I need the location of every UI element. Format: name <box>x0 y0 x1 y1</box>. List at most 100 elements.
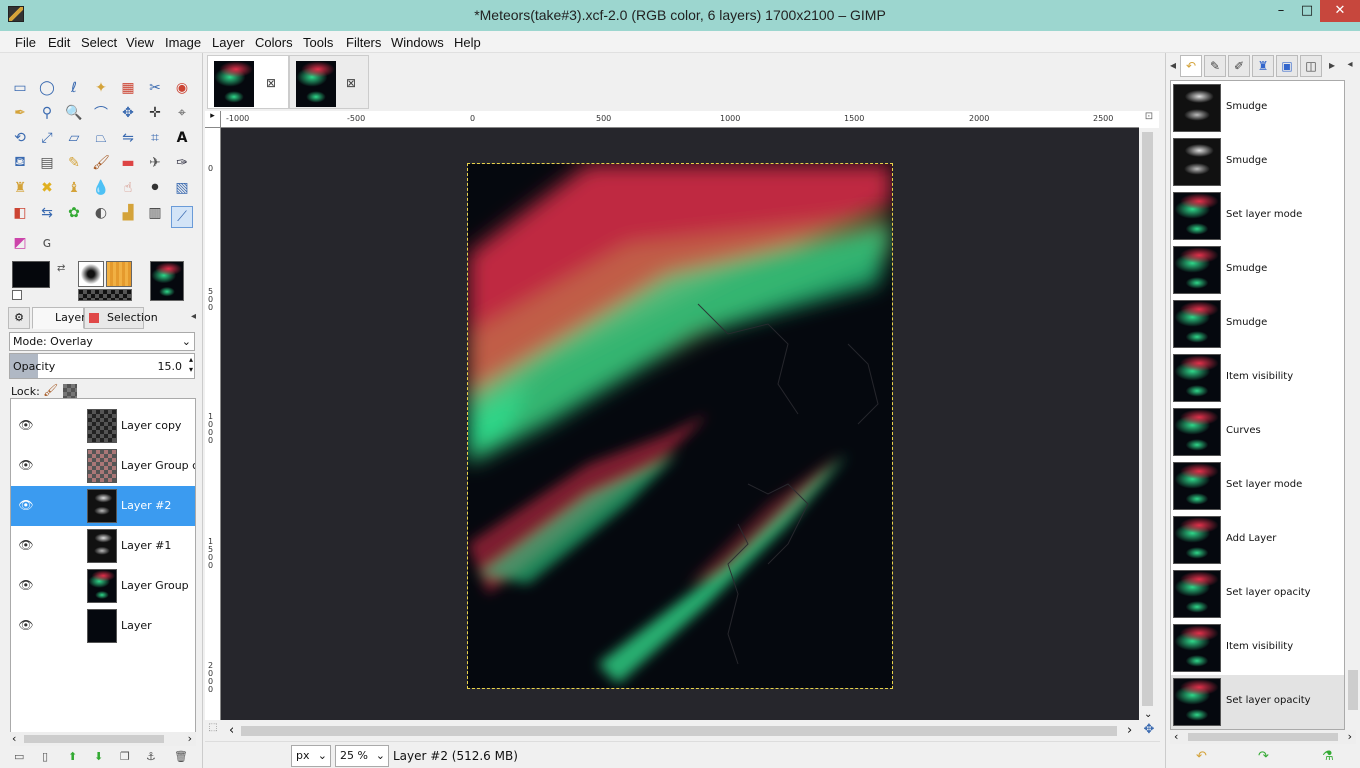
gegl-icon[interactable]: ɢ <box>36 232 58 254</box>
menu-tools[interactable]: Tools <box>303 35 333 50</box>
color-picker-icon[interactable]: ⚲ <box>36 102 58 124</box>
new-group-icon[interactable]: ▯ <box>42 750 48 763</box>
close-button[interactable]: ✕ <box>1320 0 1360 22</box>
clone-icon[interactable]: ♜ <box>9 177 31 199</box>
ink-icon[interactable]: ✑ <box>171 152 193 174</box>
menu-view[interactable]: View <box>126 35 154 50</box>
zoom-select[interactable]: 25 % ⌄ <box>335 745 389 767</box>
dock-menu-icon[interactable]: ◂ <box>1342 55 1358 77</box>
select-by-color-icon[interactable]: ▦ <box>117 77 139 99</box>
fuzzy-select-icon[interactable]: ✦ <box>90 77 112 99</box>
free-select-icon[interactable]: ℓ <box>63 77 85 99</box>
unit-select[interactable]: px ⌄ <box>291 745 331 767</box>
anchor-layer-icon[interactable]: ⚓ <box>146 750 156 763</box>
layer-row[interactable]: 👁 Layer #1 <box>11 526 195 566</box>
history-scroll-thumb[interactable] <box>1348 670 1358 710</box>
layer-mode-select[interactable]: Mode: Overlay ⌄ <box>9 332 195 351</box>
foreground-color-swatch[interactable] <box>12 261 50 288</box>
menu-select[interactable]: Select <box>81 35 117 50</box>
dodge-burn-icon[interactable]: ⚫ <box>144 177 166 199</box>
foreground-select-icon[interactable]: ◉ <box>171 77 193 99</box>
eye-icon[interactable]: 👁 <box>18 498 34 514</box>
tabs-right-icon[interactable]: ▸ <box>1326 55 1338 77</box>
pattern-preview[interactable] <box>106 261 132 287</box>
shear-icon[interactable]: ▱ <box>63 127 85 149</box>
duplicate-layer-icon[interactable]: ❐ <box>120 750 130 763</box>
color-balance-icon[interactable]: ▧ <box>171 177 193 199</box>
tab-brushes[interactable]: ✎ <box>1204 55 1226 77</box>
undo-icon[interactable]: ↶ <box>1196 749 1207 764</box>
scroll-down-icon[interactable]: ⌄ <box>1144 709 1152 720</box>
menu-edit[interactable]: Edit <box>48 35 70 50</box>
paintbrush-icon[interactable]: 🖌 <box>90 152 112 174</box>
zoom-lock-icon[interactable]: ⊡ <box>1139 111 1159 128</box>
history-item[interactable]: Smudge <box>1171 81 1344 135</box>
history-item-current[interactable]: Set layer opacity <box>1171 675 1344 729</box>
opacity-slider[interactable]: Opacity 15.0 ▴ ▾ <box>9 353 195 379</box>
close-tab-icon[interactable]: ⊠ <box>346 76 356 90</box>
vscroll-thumb[interactable] <box>1142 132 1153 706</box>
perspective-clone-icon[interactable]: ♝ <box>63 177 85 199</box>
scroll-left-icon[interactable]: ‹ <box>12 732 16 745</box>
lower-layer-icon[interactable]: ⬇ <box>94 750 103 763</box>
lock-alpha-icon[interactable] <box>63 384 77 398</box>
history-item[interactable]: Curves <box>1171 405 1344 459</box>
history-item[interactable]: Set layer mode <box>1171 189 1344 243</box>
layers-hscrollbar[interactable]: ‹ › <box>10 732 196 746</box>
layer-row[interactable]: 👁 Layer Group copy <box>11 446 195 486</box>
ellipse-select-icon[interactable]: ◯ <box>36 77 58 99</box>
airbrush-icon[interactable]: ✈ <box>144 152 166 174</box>
smudge-icon[interactable]: ☝ <box>117 177 139 199</box>
scroll-right-icon[interactable]: › <box>188 732 192 745</box>
scissors-icon[interactable]: ✂ <box>144 77 166 99</box>
swap-colors-icon[interactable]: ⇄ <box>57 263 67 274</box>
clear-history-icon[interactable]: ⚗ <box>1322 749 1334 764</box>
history-item[interactable]: Add Layer <box>1171 513 1344 567</box>
menu-image[interactable]: Image <box>165 35 201 50</box>
quickmask-toggle-icon[interactable]: ⬚ <box>205 722 221 740</box>
history-item[interactable]: Item visibility <box>1171 351 1344 405</box>
maximize-button[interactable]: □ <box>1294 0 1320 22</box>
canvas-hscrollbar[interactable]: ‹ › <box>221 722 1139 740</box>
scroll-left-icon[interactable]: ‹ <box>229 723 234 738</box>
redo-icon[interactable]: ↷ <box>1258 749 1269 764</box>
tab-layers[interactable]: Layers <box>32 307 91 329</box>
history-item[interactable]: Smudge <box>1171 297 1344 351</box>
menu-layer[interactable]: Layer <box>212 35 245 50</box>
hue-saturation-icon[interactable]: ◧ <box>9 202 31 224</box>
eye-icon[interactable]: 👁 <box>18 458 34 474</box>
brush-preview[interactable] <box>78 261 104 287</box>
desaturate-icon[interactable]: ◩ <box>9 232 31 254</box>
scroll-thumb[interactable] <box>24 735 164 743</box>
pencil-icon[interactable]: ✎ <box>63 152 85 174</box>
image-canvas[interactable] <box>467 163 893 689</box>
menu-file[interactable]: File <box>15 35 36 50</box>
scroll-right-icon[interactable]: › <box>1127 723 1132 738</box>
menu-windows[interactable]: Windows <box>391 35 444 50</box>
blend-icon[interactable]: ▤ <box>36 152 58 174</box>
scale-icon[interactable]: ⤢ <box>36 127 58 149</box>
raise-layer-icon[interactable]: ⬆ <box>68 750 77 763</box>
menu-filters[interactable]: Filters <box>346 35 381 50</box>
cage-transform-icon[interactable]: ⌗ <box>144 127 166 149</box>
canvas-vscrollbar[interactable]: ⌄ <box>1139 128 1159 720</box>
rect-select-icon[interactable]: ▭ <box>9 77 31 99</box>
eye-icon[interactable]: 👁 <box>18 538 34 554</box>
move-icon[interactable]: ✥ <box>117 102 139 124</box>
history-item[interactable]: Item visibility <box>1171 621 1344 675</box>
history-hscrollbar[interactable]: ‹ › <box>1170 730 1356 744</box>
tab-images[interactable]: ▣ <box>1276 55 1298 77</box>
new-layer-icon[interactable]: ▭ <box>14 750 24 763</box>
canvas-area[interactable] <box>221 128 1139 720</box>
bucket-fill-icon[interactable]: ⛾ <box>9 152 31 174</box>
perspective-icon[interactable]: ⏢ <box>90 127 112 149</box>
layer-row[interactable]: 👁 Layer copy <box>11 406 195 446</box>
tabs-left-icon[interactable]: ◂ <box>1168 55 1178 77</box>
hscroll-thumb[interactable] <box>241 726 1117 736</box>
threshold-icon[interactable]: ◐ <box>90 202 112 224</box>
flip-icon[interactable]: ⇋ <box>117 127 139 149</box>
close-tab-icon[interactable]: ⊠ <box>266 76 276 90</box>
rotate-icon[interactable]: ⟲ <box>9 127 31 149</box>
image-tab-1[interactable]: ⊠ <box>207 55 289 109</box>
history-item[interactable]: Set layer opacity <box>1171 567 1344 621</box>
